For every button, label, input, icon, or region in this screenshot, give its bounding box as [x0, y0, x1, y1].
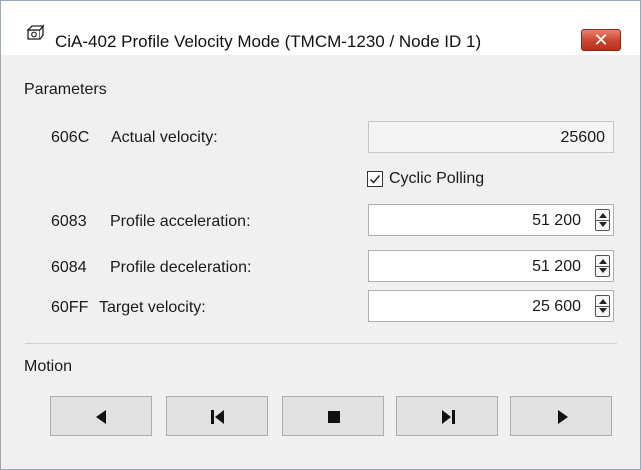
stop-icon — [328, 411, 340, 423]
spin-buttons[interactable] — [595, 255, 610, 277]
skip-right-icon — [442, 410, 455, 424]
spin-up-icon[interactable] — [599, 299, 607, 304]
gear-app-icon — [25, 23, 45, 43]
step-right-button[interactable] — [396, 396, 498, 436]
title-bar[interactable]: CiA-402 Profile Velocity Mode (TMCM-1230… — [1, 1, 640, 55]
spin-up-icon[interactable] — [599, 213, 607, 218]
close-icon: ✕ — [593, 30, 609, 50]
spin-down-icon[interactable] — [599, 308, 607, 313]
check-icon — [369, 175, 381, 184]
checkbox-box[interactable] — [367, 171, 383, 187]
param-label: Profile acceleration: — [110, 213, 251, 230]
profile-acceleration-value[interactable]: 51 200 — [532, 212, 581, 230]
play-left-icon — [96, 410, 106, 424]
param-code: 6083 — [51, 213, 87, 230]
rotate-right-button[interactable] — [510, 396, 612, 436]
group-divider — [25, 343, 617, 344]
spin-down-icon[interactable] — [599, 268, 607, 273]
rotate-left-button[interactable] — [50, 396, 152, 436]
parameters-group-label: Parameters — [24, 81, 107, 98]
profile-acceleration-input[interactable]: 51 200 — [368, 204, 614, 236]
motion-group-label: Motion — [24, 358, 73, 375]
window-title: CiA-402 Profile Velocity Mode (TMCM-1230… — [55, 32, 482, 51]
close-button[interactable]: ✕ — [581, 29, 621, 51]
param-label: Profile deceleration: — [110, 259, 252, 276]
param-label: Target velocity: — [99, 299, 206, 316]
param-code: 606C — [51, 129, 90, 146]
target-velocity-input[interactable]: 25 600 — [368, 290, 614, 322]
dialog-window: CiA-402 Profile Velocity Mode (TMCM-1230… — [0, 0, 641, 470]
profile-deceleration-input[interactable]: 51 200 — [368, 250, 614, 282]
spin-down-icon[interactable] — [599, 222, 607, 227]
step-left-button[interactable] — [166, 396, 268, 436]
skip-left-icon — [211, 410, 224, 424]
actual-velocity-field: 25600 — [368, 121, 614, 153]
profile-deceleration-value[interactable]: 51 200 — [532, 258, 581, 276]
param-code: 60FF — [51, 299, 89, 316]
play-right-icon — [558, 410, 568, 424]
target-velocity-value[interactable]: 25 600 — [532, 298, 581, 316]
stop-button[interactable] — [282, 396, 384, 436]
spin-buttons[interactable] — [595, 209, 610, 231]
param-code: 6084 — [51, 259, 87, 276]
cyclic-polling-label[interactable]: Cyclic Polling — [389, 170, 484, 188]
param-label: Actual velocity: — [111, 129, 218, 146]
spin-buttons[interactable] — [595, 295, 610, 317]
actual-velocity-value: 25600 — [560, 129, 606, 146]
spin-up-icon[interactable] — [599, 259, 607, 264]
